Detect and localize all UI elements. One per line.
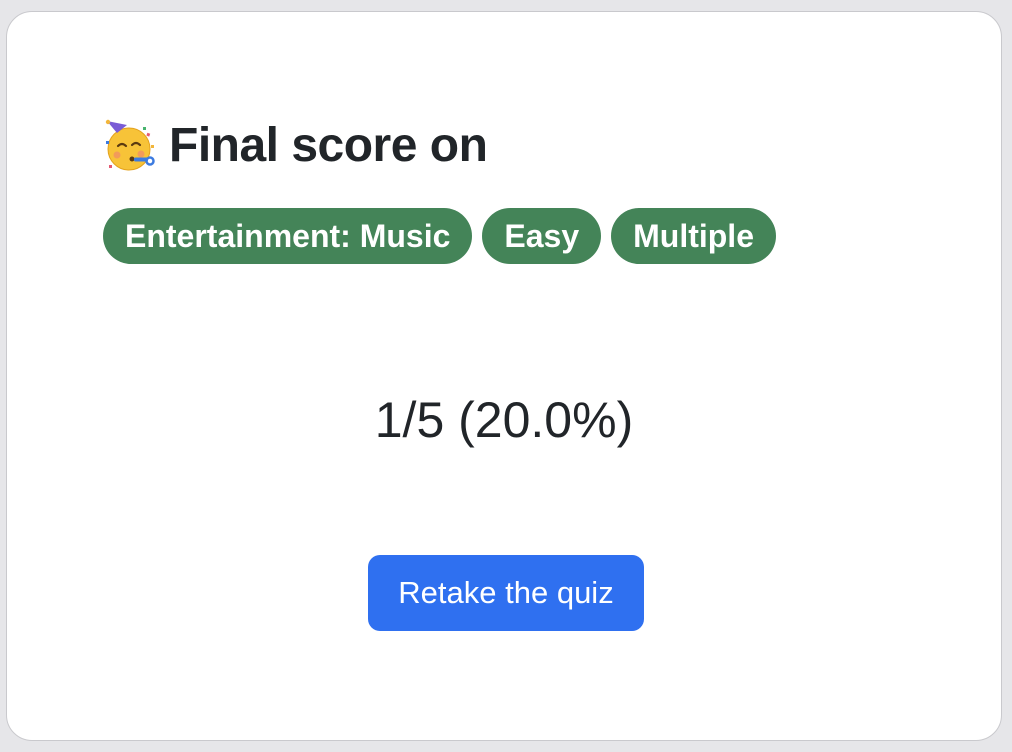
category-badge: Entertainment: Music — [103, 208, 473, 264]
score-text: 1/5 (20.0%) — [374, 392, 634, 448]
retake-quiz-button[interactable]: Retake the quiz — [368, 555, 644, 631]
result-card: Final score on Entertainment: Music Easy… — [6, 11, 1002, 741]
difficulty-badge: Easy — [482, 208, 602, 264]
title-row: Final score on — [103, 114, 488, 178]
page-title: Final score on — [169, 119, 488, 172]
quiz-tags: Entertainment: Music Easy Multiple — [103, 208, 776, 264]
partying-face-icon — [105, 119, 155, 171]
type-badge: Multiple — [611, 208, 776, 264]
